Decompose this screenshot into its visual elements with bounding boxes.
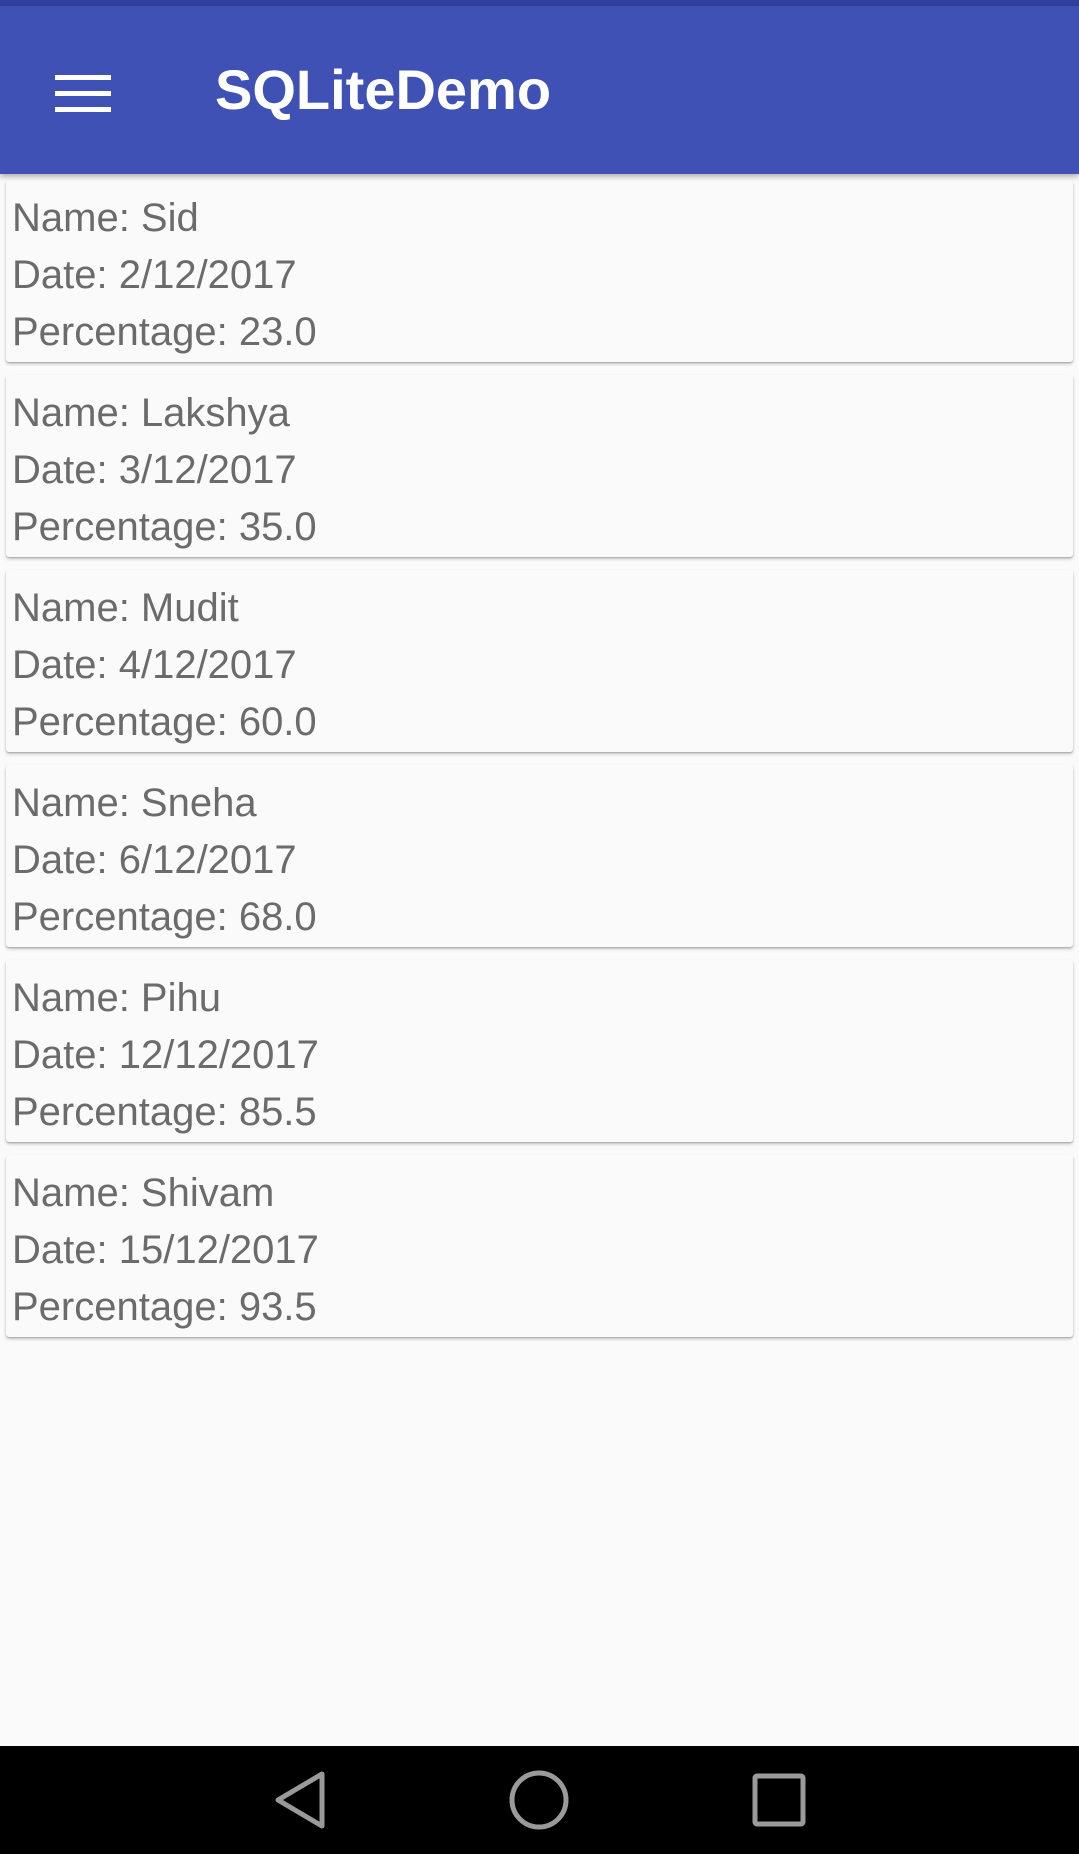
record-name: Name: Sneha (12, 781, 257, 825)
record-name: Name: Lakshya (12, 391, 290, 435)
hamburger-menu-icon (55, 75, 111, 112)
record-date: Date: 2/12/2017 (12, 253, 297, 297)
record-date: Date: 6/12/2017 (12, 838, 297, 882)
record-name: Name: Pihu (12, 976, 221, 1020)
record-name: Name: Mudit (12, 586, 239, 630)
record-list[interactable]: Name: Sid Date: 2/12/2017 Percentage: 23… (6, 180, 1073, 1350)
menu-button[interactable] (36, 46, 130, 140)
record-percentage: Percentage: 23.0 (12, 310, 317, 354)
system-navigation-bar (0, 1746, 1079, 1854)
record-percentage: Percentage: 93.5 (12, 1285, 317, 1329)
record-card[interactable]: Name: Mudit Date: 4/12/2017 Percentage: … (6, 570, 1073, 752)
record-card[interactable]: Name: Lakshya Date: 3/12/2017 Percentage… (6, 375, 1073, 557)
record-date: Date: 15/12/2017 (12, 1228, 319, 1272)
record-percentage: Percentage: 60.0 (12, 700, 317, 744)
app-bar: SQLiteDemo (0, 6, 1079, 174)
record-card[interactable]: Name: Sid Date: 2/12/2017 Percentage: 23… (6, 180, 1073, 362)
record-percentage: Percentage: 35.0 (12, 505, 317, 549)
record-date: Date: 12/12/2017 (12, 1033, 319, 1077)
home-icon (509, 1770, 569, 1830)
recents-button[interactable] (719, 1746, 839, 1854)
record-date: Date: 3/12/2017 (12, 448, 297, 492)
record-card[interactable]: Name: Shivam Date: 15/12/2017 Percentage… (6, 1155, 1073, 1337)
record-date: Date: 4/12/2017 (12, 643, 297, 687)
app-title: SQLiteDemo (215, 58, 552, 121)
record-percentage: Percentage: 68.0 (12, 895, 317, 939)
home-button[interactable] (479, 1746, 599, 1854)
back-button[interactable] (240, 1746, 360, 1854)
record-name: Name: Shivam (12, 1171, 275, 1215)
record-name: Name: Sid (12, 196, 199, 240)
record-card[interactable]: Name: Pihu Date: 12/12/2017 Percentage: … (6, 960, 1073, 1142)
recents-icon (752, 1773, 806, 1827)
back-icon (275, 1771, 325, 1829)
record-percentage: Percentage: 85.5 (12, 1090, 317, 1134)
record-card[interactable]: Name: Sneha Date: 6/12/2017 Percentage: … (6, 765, 1073, 947)
